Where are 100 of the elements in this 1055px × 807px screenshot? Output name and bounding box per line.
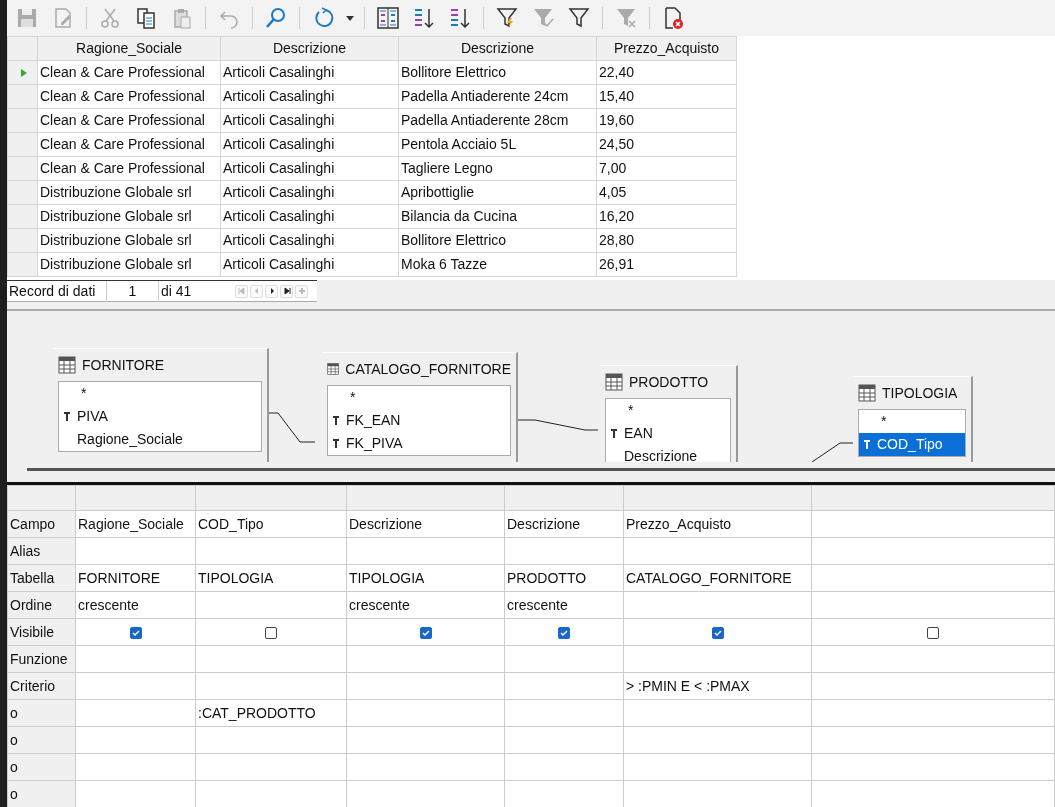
visible-checkbox[interactable] [129, 626, 142, 639]
field-item[interactable]: EAN [606, 422, 730, 445]
last-record-icon[interactable] [280, 284, 293, 298]
grid-cell[interactable]: Descrizione [346, 510, 505, 538]
table-title: CATALOGO_FORNITORE [345, 359, 511, 379]
table-cell: Clean & Care Professional [37, 60, 221, 85]
grid-cell[interactable]: > :PMIN E < :PMAX [623, 672, 812, 700]
table-icon [58, 356, 76, 374]
table-cell: Articoli Casalinghi [220, 180, 399, 205]
row-label: o [7, 726, 76, 754]
field-item[interactable]: Ragione_Sociale [59, 428, 261, 451]
table-cell: Bollitore Elettrico [398, 60, 597, 85]
grid-cell[interactable]: crescente [504, 591, 624, 619]
table-icon [605, 373, 623, 391]
grid-cell[interactable]: Ragione_Sociale [75, 510, 196, 538]
visible-checkbox[interactable] [265, 626, 277, 639]
table-cell: Distribuzione Globale srl [37, 180, 221, 205]
row-header[interactable] [7, 180, 38, 205]
column-header[interactable]: Prezzo_Acquisto [596, 36, 737, 61]
row-header[interactable] [7, 60, 38, 85]
grid-cell[interactable]: CATALOGO_FORNITORE [623, 564, 812, 592]
field-name: * [80, 384, 87, 403]
visible-checkbox[interactable] [711, 626, 724, 639]
table-cell: Distribuzione Globale srl [37, 252, 221, 277]
grid-cell[interactable]: TIPOLOGIA [346, 564, 505, 592]
field-item[interactable]: COD_Tipo [859, 433, 965, 456]
record-total: di 41 [160, 281, 193, 301]
table-cell: Clean & Care Professional [37, 108, 221, 133]
table-cell: 16,20 [596, 204, 737, 229]
field-name: EAN [624, 424, 653, 443]
visible-checkbox[interactable] [558, 626, 570, 639]
row-header[interactable] [7, 108, 38, 133]
table-cell: Padella Antiaderente 28cm [398, 108, 597, 133]
table-cell: 24,50 [596, 132, 737, 157]
field-item[interactable]: * [606, 399, 730, 422]
table-icon [858, 384, 876, 402]
table-cell: 4,05 [596, 180, 737, 205]
grid-cell[interactable]: FORNITORE [75, 564, 196, 592]
table-cell: Clean & Care Professional [37, 156, 221, 181]
field-item[interactable]: * [328, 386, 510, 409]
field-name: * [627, 401, 634, 420]
table-cell: Articoli Casalinghi [220, 108, 399, 133]
field-name: FK_PIVA [346, 434, 403, 453]
record-label: Record di dati [7, 280, 107, 302]
row-header[interactable] [7, 204, 38, 229]
field-name: COD_Tipo [877, 435, 943, 454]
grid-cell[interactable]: COD_Tipo [195, 510, 347, 538]
row-label: Visibile [7, 618, 76, 646]
table-cell: Articoli Casalinghi [220, 60, 399, 85]
table-cell: Distribuzione Globale srl [37, 228, 221, 253]
table-cell: Clean & Care Professional [37, 132, 221, 157]
row-header[interactable] [7, 132, 38, 157]
field-name: Ragione_Sociale [77, 430, 183, 449]
field-item[interactable]: * [59, 382, 261, 405]
column-header[interactable]: Descrizione [220, 36, 399, 61]
row-header[interactable] [7, 228, 38, 253]
field-item[interactable]: FK_PIVA [328, 432, 510, 455]
field-item[interactable]: Descrizione [606, 445, 730, 462]
table-cell: Bollitore Elettrico [398, 228, 597, 253]
table-cell: Apribottiglie [398, 180, 597, 205]
grid-cell[interactable]: Descrizione [504, 510, 624, 538]
table-icon [327, 360, 340, 378]
field-item[interactable]: PIVA [59, 405, 261, 428]
table-cell: Articoli Casalinghi [220, 156, 399, 181]
table-cell: Padella Antiaderente 24cm [398, 84, 597, 109]
next-record-icon[interactable] [265, 284, 278, 298]
table-title: TIPOLOGIA [882, 383, 958, 403]
row-pointer-icon [20, 68, 28, 79]
column-header[interactable]: Ragione_Sociale [37, 36, 221, 61]
column-header[interactable]: Descrizione [398, 36, 597, 61]
grid-cell[interactable]: :CAT_PRODOTTO [195, 699, 347, 727]
row-label: o [7, 699, 76, 727]
table-cell: 15,40 [596, 84, 737, 109]
table-title: PRODOTTO [629, 372, 709, 392]
row-header[interactable] [7, 84, 38, 109]
grid-cell[interactable]: crescente [75, 591, 196, 619]
row-label: Campo [7, 510, 76, 538]
row-label: Funzione [7, 645, 76, 673]
relation-line [267, 412, 316, 443]
row-label: Criterio [7, 672, 76, 700]
visible-checkbox[interactable] [419, 626, 432, 639]
row-label: Alias [7, 537, 76, 565]
field-item[interactable]: * [859, 410, 965, 433]
relation-line [811, 442, 856, 462]
grid-cell[interactable]: Prezzo_Acquisto [623, 510, 812, 538]
row-header[interactable] [7, 252, 38, 277]
field-item[interactable]: FK_EAN [328, 409, 510, 432]
record-number: 1 [107, 280, 159, 302]
row-label: o [7, 753, 76, 781]
visible-checkbox[interactable] [927, 626, 939, 639]
grid-cell[interactable]: crescente [346, 591, 505, 619]
field-name: FK_EAN [346, 411, 401, 430]
grid-cell[interactable]: TIPOLOGIA [195, 564, 347, 592]
table-cell: 7,00 [596, 156, 737, 181]
table-cell: 22,40 [596, 60, 737, 85]
row-header[interactable] [7, 156, 38, 181]
grid-cell[interactable]: PRODOTTO [504, 564, 624, 592]
table-cell: Tagliere Legno [398, 156, 597, 181]
table-cell: Articoli Casalinghi [220, 204, 399, 229]
table-cell: Distribuzione Globale srl [37, 204, 221, 229]
